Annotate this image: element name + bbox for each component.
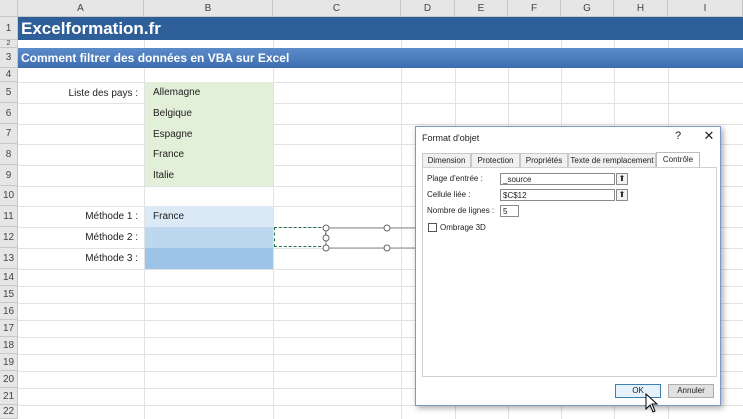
column-header-h[interactable]: H [614,0,668,17]
line-count-field[interactable] [500,205,519,217]
listbox-control[interactable] [320,222,420,254]
gridline [18,124,743,125]
row-header-5[interactable]: 5 [0,82,18,103]
row-header-20[interactable]: 20 [0,371,18,388]
column-header-i[interactable]: I [668,0,743,17]
row-header-4[interactable]: 4 [0,68,18,82]
input-range-label: Plage d'entrée : [427,174,483,183]
gridline [18,103,743,104]
row-header-17[interactable]: 17 [0,320,18,337]
row-header-9[interactable]: 9 [0,165,18,186]
country-cell[interactable]: Belgique [145,103,273,124]
gridline [273,17,274,419]
countries-label: Liste des pays : [68,88,138,99]
row-header-15[interactable]: 15 [0,286,18,303]
tab-protection[interactable]: Protection [471,153,520,167]
tab-controle[interactable]: Contrôle [656,152,700,168]
row-header-13[interactable]: 13 [0,248,18,269]
method-2-label: Méthode 2 : [85,232,138,243]
row-header-7[interactable]: 7 [0,124,18,144]
row-header-8[interactable]: 8 [0,144,18,165]
column-header-c[interactable]: C [273,0,401,17]
country-cell[interactable]: Espagne [145,124,273,144]
controle-panel: Plage d'entrée : ⬆ Cellule liée : ⬆ Nomb… [422,167,717,377]
row-header-6[interactable]: 6 [0,103,18,124]
copy-marquee [274,227,326,247]
mouse-pointer-icon [645,393,659,413]
cancel-button[interactable]: Annuler [668,384,714,398]
shading-3d-label: Ombrage 3D [440,223,486,232]
range-selector-icon: ⬆ [618,190,626,199]
country-cell[interactable]: Allemagne [145,82,273,103]
method-3-label: Méthode 3 : [85,253,138,264]
country-cell[interactable]: France [145,144,273,165]
tab-dimension[interactable]: Dimension [422,153,471,167]
select-all-corner[interactable] [0,0,18,17]
gridline [18,82,743,83]
page-subtitle-banner: Comment filtrer des données en VBA sur E… [18,48,743,68]
method-1-cell[interactable]: France [145,206,273,227]
row-header-18[interactable]: 18 [0,337,18,354]
row-header-1[interactable]: 1 [0,17,18,40]
row-header-14[interactable]: 14 [0,269,18,286]
row-header-19[interactable]: 19 [0,354,18,371]
help-icon[interactable]: ? [675,130,681,142]
row-header-11[interactable]: 11 [0,206,18,227]
row-header-12[interactable]: 12 [0,227,18,248]
tab-proprietes[interactable]: Propriétés [520,153,568,167]
method-1-label: Méthode 1 : [85,211,138,222]
row-header-3[interactable]: 3 [0,48,18,68]
site-title-banner: Excelformation.fr [18,17,743,40]
column-header-a[interactable]: A [18,0,144,17]
row-header-2[interactable]: 2 [0,40,18,48]
resize-handle[interactable] [383,224,391,232]
format-object-dialog: Format d'objet ? ✕ Dimension Protection … [415,126,721,406]
method-2-cell[interactable] [145,227,273,248]
linked-cell-field[interactable] [500,189,615,201]
resize-handle[interactable] [322,234,330,242]
method-3-cell[interactable] [145,248,273,269]
collapse-dialog-button[interactable]: ⬆ [616,173,628,185]
linked-cell-label: Cellule liée : [427,190,471,199]
input-range-field[interactable] [500,173,615,185]
close-icon[interactable]: ✕ [701,128,717,144]
gridline [401,17,402,419]
row-header-22[interactable]: 22 [0,405,18,419]
row-header-16[interactable]: 16 [0,303,18,320]
resize-handle[interactable] [383,244,391,252]
column-header-b[interactable]: B [144,0,273,17]
collapse-dialog-button[interactable]: ⬆ [616,189,628,201]
dialog-title: Format d'objet [422,133,480,143]
column-header-d[interactable]: D [401,0,455,17]
resize-handle[interactable] [322,224,330,232]
row-header-10[interactable]: 10 [0,186,18,206]
row-header-21[interactable]: 21 [0,388,18,405]
column-header-f[interactable]: F [508,0,561,17]
shading-3d-checkbox[interactable] [428,223,437,232]
range-selector-icon: ⬆ [618,174,626,183]
line-count-label: Nombre de lignes : [427,206,495,215]
tab-texte-de-remplacement[interactable]: Texte de remplacement [568,153,656,167]
resize-handle[interactable] [322,244,330,252]
column-header-e[interactable]: E [455,0,508,17]
country-cell[interactable]: Italie [145,165,273,186]
column-header-g[interactable]: G [561,0,614,17]
